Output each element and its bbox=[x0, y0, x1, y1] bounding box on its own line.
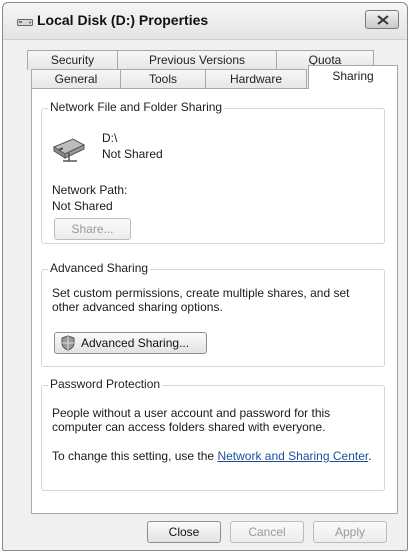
title-bar: Local Disk (D:) Properties bbox=[3, 3, 407, 40]
close-window-button[interactable] bbox=[365, 10, 399, 29]
tab-tools[interactable]: Tools bbox=[120, 69, 206, 89]
cancel-button[interactable]: Cancel bbox=[230, 521, 304, 543]
network-sharing-center-link[interactable]: Network and Sharing Center bbox=[217, 449, 368, 463]
share-button[interactable]: Share... bbox=[54, 218, 131, 240]
change-setting-text: To change this setting, use the Network … bbox=[52, 449, 372, 463]
drive-label: D:\ bbox=[102, 131, 118, 145]
tab-general[interactable]: General bbox=[31, 69, 121, 89]
close-icon bbox=[377, 15, 389, 25]
properties-dialog: Local Disk (D:) Properties Security Prev… bbox=[2, 2, 408, 551]
network-sharing-group: Network File and Folder Sharing D:\ Not … bbox=[41, 100, 385, 244]
group-title-password-protection: Password Protection bbox=[48, 377, 163, 391]
group-title-advanced-sharing: Advanced Sharing bbox=[48, 261, 151, 275]
tab-security[interactable]: Security bbox=[27, 50, 118, 70]
tab-hardware[interactable]: Hardware bbox=[205, 69, 307, 89]
close-button[interactable]: Close bbox=[147, 521, 221, 543]
tab-sharing[interactable]: Sharing bbox=[308, 65, 398, 89]
network-path-label: Network Path: bbox=[52, 183, 128, 197]
network-path-value: Not Shared bbox=[52, 199, 113, 213]
advanced-sharing-description: Set custom permissions, create multiple … bbox=[52, 286, 350, 314]
window-title: Local Disk (D:) Properties bbox=[37, 12, 209, 28]
apply-button[interactable]: Apply bbox=[313, 521, 387, 543]
tab-previous-versions[interactable]: Previous Versions bbox=[117, 50, 277, 70]
advanced-sharing-group: Advanced Sharing Set custom permissions,… bbox=[41, 261, 385, 367]
shield-icon bbox=[61, 335, 75, 357]
advanced-sharing-button[interactable]: Advanced Sharing... bbox=[54, 332, 207, 354]
sharing-tab-panel: Network File and Folder Sharing D:\ Not … bbox=[31, 88, 398, 514]
password-protection-description: People without a user account and passwo… bbox=[52, 406, 331, 434]
share-status: Not Shared bbox=[102, 147, 163, 161]
network-drive-icon bbox=[51, 133, 87, 168]
drive-icon bbox=[17, 15, 33, 27]
password-protection-group: Password Protection People without a use… bbox=[41, 377, 385, 491]
advanced-sharing-button-label: Advanced Sharing... bbox=[81, 336, 190, 350]
group-title-network-sharing: Network File and Folder Sharing bbox=[48, 100, 225, 114]
